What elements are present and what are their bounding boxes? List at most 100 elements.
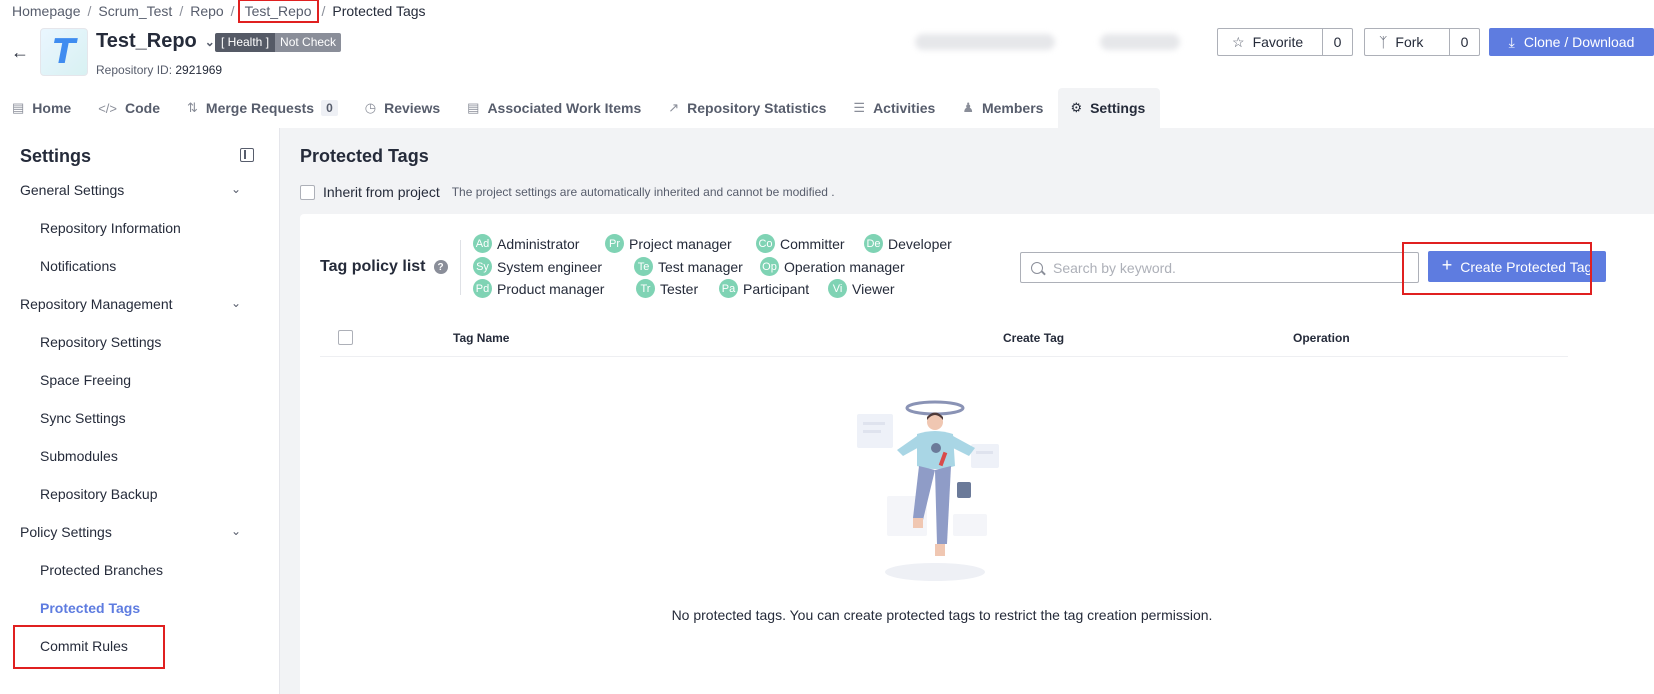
role-legend-item: Co Committer bbox=[756, 234, 845, 253]
home-icon: ▤ bbox=[12, 100, 25, 115]
role-label: Committer bbox=[780, 235, 845, 252]
breadcrumb-current: Protected Tags bbox=[332, 3, 426, 19]
sidebar-item-submodules[interactable]: Submodules bbox=[0, 448, 280, 464]
role-legend-item: Te Test manager bbox=[634, 257, 743, 276]
sidebar-group-label: Repository Management bbox=[20, 296, 173, 312]
divider bbox=[460, 240, 461, 295]
tab-label: Home bbox=[32, 100, 72, 116]
inherit-checkbox[interactable] bbox=[300, 184, 315, 200]
highlight-box bbox=[13, 625, 165, 669]
role-legend-item: Tr Tester bbox=[636, 279, 698, 298]
sidebar-item-protected-tags[interactable]: Protected Tags bbox=[0, 600, 280, 616]
role-label: Test manager bbox=[658, 258, 743, 275]
list-icon: ☰ bbox=[853, 100, 866, 115]
breadcrumb-separator: / bbox=[87, 3, 92, 19]
role-legend-item: Ad Administrator bbox=[473, 234, 579, 253]
role-legend-item: De Developer bbox=[864, 234, 952, 253]
blurred-info bbox=[915, 34, 1055, 50]
tab-activities[interactable]: ☰ Activities bbox=[841, 88, 950, 128]
repo-id-label: Repository ID: bbox=[96, 63, 173, 77]
tab-label: Members bbox=[981, 100, 1044, 116]
help-icon[interactable]: ? bbox=[433, 260, 448, 274]
health-status: Not Check bbox=[275, 33, 342, 52]
sidebar-item-sync-settings[interactable]: Sync Settings bbox=[0, 410, 280, 426]
settings-sidebar: Settings General Settings ⌄ Repository I… bbox=[0, 128, 280, 694]
main-content: Protected Tags Inherit from project The … bbox=[280, 128, 1654, 694]
tab-label: Settings bbox=[1090, 100, 1146, 116]
role-label: Product manager bbox=[497, 280, 605, 297]
role-label: Tester bbox=[660, 280, 699, 297]
sidebar-title: Settings bbox=[20, 146, 92, 166]
breadcrumb-homepage[interactable]: Homepage bbox=[12, 3, 81, 19]
role-label: Participant bbox=[743, 280, 810, 297]
favorite-button[interactable]: ☆ Favorite bbox=[1217, 28, 1323, 56]
role-legend-item: Vi Viewer bbox=[828, 279, 895, 298]
clone-download-button[interactable]: ⤓ Clone / Download bbox=[1489, 28, 1654, 56]
review-icon: ◷ bbox=[364, 100, 377, 115]
back-arrow-icon[interactable]: ← bbox=[11, 42, 29, 63]
chart-icon: ↗ bbox=[668, 100, 680, 115]
breadcrumb-project[interactable]: Scrum_Test bbox=[98, 3, 172, 19]
breadcrumb-separator: / bbox=[321, 3, 326, 19]
collapse-sidebar-icon[interactable] bbox=[240, 148, 254, 162]
tab-members[interactable]: ♟ Members bbox=[950, 88, 1058, 128]
chevron-down-icon: ⌄ bbox=[231, 524, 242, 538]
user-icon: ♟ bbox=[962, 100, 974, 115]
page-title: Protected Tags bbox=[300, 146, 429, 166]
sidebar-group-general-settings[interactable]: General Settings ⌄ bbox=[0, 182, 280, 198]
sidebar-item-protected-branches[interactable]: Protected Branches bbox=[0, 562, 280, 578]
repo-id: Repository ID: 2921969 bbox=[96, 63, 222, 77]
tag-policy-text: Tag policy list bbox=[320, 258, 426, 275]
tab-associated-work-items[interactable]: ▤ Associated Work Items bbox=[455, 88, 656, 128]
empty-state-illustration bbox=[857, 400, 999, 581]
select-all-checkbox[interactable] bbox=[338, 330, 353, 345]
sidebar-group-label: General Settings bbox=[20, 182, 125, 198]
repo-logo-letter: T bbox=[52, 32, 76, 72]
tab-label: Reviews bbox=[384, 100, 441, 116]
column-header-create-tag: Create Tag bbox=[1003, 331, 1065, 345]
gear-icon: ⚙ bbox=[1070, 100, 1083, 115]
sidebar-item-space-freeing[interactable]: Space Freeing bbox=[0, 372, 280, 388]
chevron-down-icon: ⌄ bbox=[231, 182, 242, 196]
breadcrumb-separator: / bbox=[230, 3, 235, 19]
fork-button[interactable]: ᛉ Fork bbox=[1364, 28, 1450, 56]
breadcrumb: Homepage / Scrum_Test / Repo / Test_Repo… bbox=[12, 0, 426, 23]
fork-group: ᛉ Fork 0 bbox=[1364, 28, 1480, 56]
breadcrumb-repo[interactable]: Repo bbox=[190, 3, 223, 19]
blurred-info bbox=[1100, 34, 1180, 50]
sidebar-group-repository-management[interactable]: Repository Management ⌄ bbox=[0, 296, 280, 312]
tab-settings[interactable]: ⚙ Settings bbox=[1058, 88, 1161, 128]
tab-merge-requests[interactable]: ⇅ Merge Requests 0 bbox=[175, 88, 353, 128]
tab-reviews[interactable]: ◷ Reviews bbox=[353, 88, 455, 128]
inherit-label: Inherit from project bbox=[323, 184, 440, 200]
sidebar-item-notifications[interactable]: Notifications bbox=[0, 258, 280, 274]
favorite-label: Favorite bbox=[1252, 34, 1304, 50]
search-input[interactable] bbox=[1053, 259, 1393, 276]
tab-label: Associated Work Items bbox=[487, 100, 642, 116]
sidebar-item-repository-settings[interactable]: Repository Settings bbox=[0, 334, 280, 350]
merge-icon: ⇅ bbox=[187, 100, 198, 115]
role-avatar: Te bbox=[634, 257, 653, 276]
role-avatar: De bbox=[864, 234, 883, 253]
table-header: Tag Name Create Tag Operation bbox=[320, 319, 1568, 357]
tab-code[interactable]: </> Code bbox=[86, 88, 175, 128]
role-avatar: Pa bbox=[719, 279, 738, 298]
breadcrumb-repository[interactable]: Test_Repo bbox=[237, 0, 319, 23]
role-legend-item: Pr Project manager bbox=[605, 234, 732, 253]
code-icon: </> bbox=[98, 100, 117, 116]
role-avatar: Tr bbox=[636, 279, 655, 298]
breadcrumb-separator: / bbox=[179, 3, 184, 19]
sidebar-item-repository-backup[interactable]: Repository Backup bbox=[0, 486, 280, 502]
clone-download-label: Clone / Download bbox=[1523, 34, 1635, 50]
role-avatar: Pr bbox=[605, 234, 624, 253]
repo-name-dropdown[interactable]: Test_Repo ⌄ bbox=[96, 30, 215, 53]
sidebar-item-repository-information[interactable]: Repository Information bbox=[0, 220, 280, 236]
column-header-tag-name: Tag Name bbox=[453, 331, 510, 345]
health-badge: [ Health ] Not Check bbox=[215, 33, 342, 52]
sidebar-group-policy-settings[interactable]: Policy Settings ⌄ bbox=[0, 524, 280, 540]
role-legend-item: Pa Participant bbox=[719, 279, 809, 298]
tab-repository-statistics[interactable]: ↗ Repository Statistics bbox=[656, 88, 841, 128]
tab-home[interactable]: ▤ Home bbox=[0, 88, 86, 128]
fork-count: 0 bbox=[1450, 28, 1480, 56]
tag-policy-label: Tag policy list ? bbox=[320, 258, 448, 276]
